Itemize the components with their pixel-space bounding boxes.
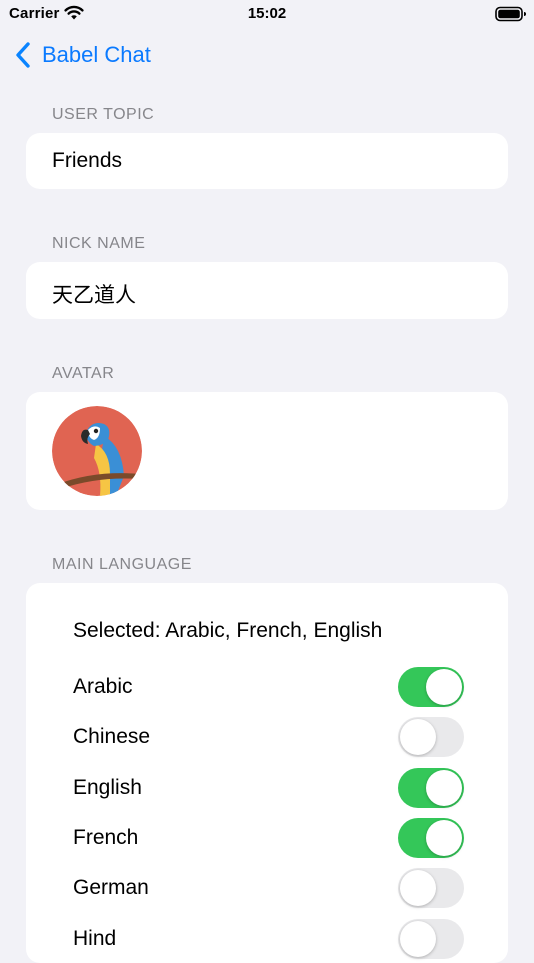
language-label: Hind <box>73 927 117 950</box>
back-button-label: Babel Chat <box>42 42 151 67</box>
main-language-card: Selected: Arabic, French, English Arabic… <box>26 583 508 963</box>
avatar-card <box>26 392 508 510</box>
status-bar: Carrier 15:02 <box>0 0 534 30</box>
toggle-knob <box>426 669 462 705</box>
language-row-french: French <box>73 818 464 858</box>
language-label: Arabic <box>73 675 133 698</box>
toggle-english[interactable] <box>398 768 464 808</box>
toggle-knob <box>426 770 462 806</box>
avatar-header: AVATAR <box>52 365 115 382</box>
user-topic-value: Friends <box>52 149 123 172</box>
toggle-arabic[interactable] <box>398 667 464 707</box>
language-row-english: English <box>73 768 464 808</box>
toggle-chinese[interactable] <box>398 717 464 757</box>
language-label: German <box>73 876 149 899</box>
parrot-icon <box>52 406 142 496</box>
toggle-german[interactable] <box>398 868 464 908</box>
language-row-chinese: Chinese <box>73 717 464 757</box>
clock: 15:02 <box>247 5 287 22</box>
nick-name-header: NICK NAME <box>52 235 146 252</box>
language-label: English <box>73 776 142 799</box>
nick-name-value: 天乙道人 <box>52 284 136 307</box>
toggle-knob <box>400 870 436 906</box>
navigation-bar: Babel Chat <box>0 34 534 74</box>
battery-icon <box>495 6 526 22</box>
toggle-knob <box>400 921 436 957</box>
user-topic-field[interactable]: Friends <box>26 133 508 189</box>
toggle-knob <box>400 719 436 755</box>
selected-languages-text: Selected: Arabic, French, English <box>73 619 383 642</box>
back-button[interactable]: Babel Chat <box>14 40 151 70</box>
nick-name-field[interactable]: 天乙道人 <box>26 262 508 319</box>
toggle-hind[interactable] <box>398 919 464 959</box>
avatar[interactable] <box>52 406 142 496</box>
language-label: French <box>73 826 139 849</box>
main-language-header: MAIN LANGUAGE <box>52 556 192 573</box>
user-topic-header: USER TOPIC <box>52 106 155 123</box>
toggle-knob <box>426 820 462 856</box>
chevron-left-icon <box>16 42 30 68</box>
toggle-french[interactable] <box>398 818 464 858</box>
language-row-arabic: Arabic <box>73 667 464 707</box>
language-label: Chinese <box>73 725 151 748</box>
language-row-hind: Hind <box>73 919 464 959</box>
language-row-german: German <box>73 868 464 908</box>
